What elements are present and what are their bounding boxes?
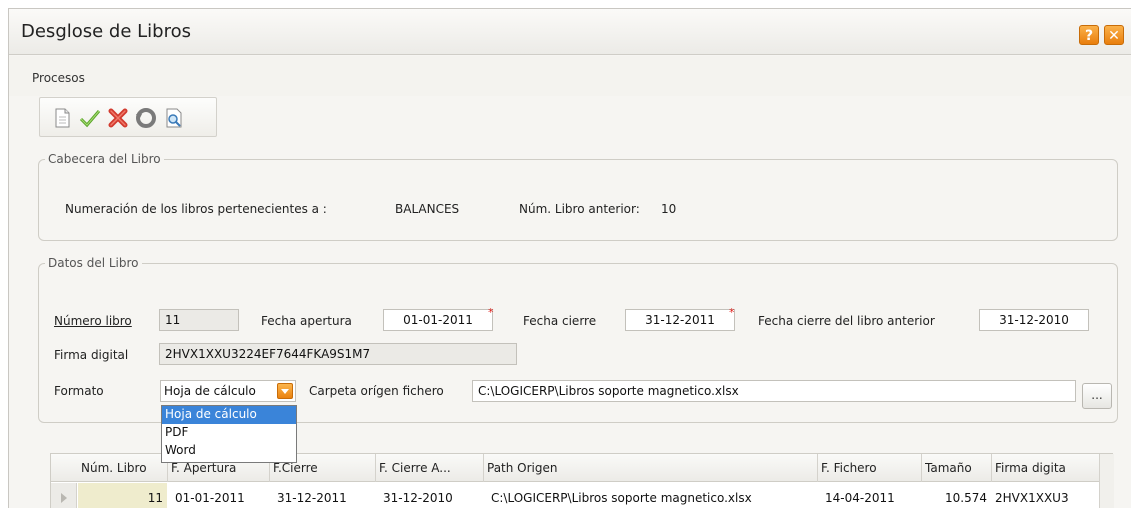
formato-option-word[interactable]: Word: [162, 442, 296, 460]
carpeta-origen-label: Carpeta orígen fichero: [309, 384, 444, 398]
cell-f-fichero[interactable]: 14-04-2011: [825, 491, 895, 505]
browse-button[interactable]: ...: [1082, 383, 1112, 409]
firma-digital-label: Firma digital: [54, 348, 129, 362]
required-mark: *: [729, 306, 735, 319]
formato-option-pdf[interactable]: PDF: [162, 424, 296, 442]
column-header[interactable]: F.Cierre: [273, 461, 318, 475]
cell-f-cierre-anterior[interactable]: 31-12-2010: [383, 491, 453, 505]
column-header[interactable]: F. Cierre A...: [379, 461, 481, 475]
column-header[interactable]: F. Apertura: [171, 461, 236, 475]
cell-tamano[interactable]: 10.574: [925, 491, 987, 505]
toolbar: [39, 97, 217, 137]
formato-selected-value: Hoja de cálculo: [164, 384, 256, 398]
menu-item-procesos[interactable]: Procesos: [32, 71, 85, 85]
numero-libro-field[interactable]: 11: [159, 309, 239, 331]
help-button[interactable]: ?: [1079, 25, 1099, 45]
cell-f-cierre[interactable]: 31-12-2011: [277, 491, 347, 505]
column-header[interactable]: Firma digita: [995, 461, 1097, 475]
numeracion-value: BALANCES: [395, 202, 460, 216]
delete-x-icon[interactable]: [106, 106, 130, 130]
cabecera-legend: Cabecera del Libro: [45, 152, 164, 166]
libro-anterior-value: 10: [661, 202, 677, 216]
required-mark: *: [488, 306, 494, 319]
new-document-icon[interactable]: [50, 106, 74, 130]
numero-libro-label: Número libro: [54, 314, 132, 328]
datos-legend: Datos del Libro: [45, 256, 142, 270]
fecha-cierre-field[interactable]: 31-12-2011: [625, 309, 735, 331]
desglose-libros-window: Desglose de Libros ? ✕ Procesos Cabecera…: [8, 8, 1131, 508]
table-row[interactable]: 11 01-01-2011 31-12-2011 31-12-2010 C:\L…: [51, 483, 1114, 508]
fecha-cierre-label: Fecha cierre: [523, 314, 597, 328]
fecha-apertura-label: Fecha apertura: [261, 314, 352, 328]
formato-label: Formato: [54, 384, 104, 398]
row-indicator-icon[interactable]: [51, 483, 77, 508]
checkmark-icon[interactable]: [78, 106, 102, 130]
firma-digital-field[interactable]: 2HVX1XXU3224EF7644FKA9S1M7: [159, 343, 517, 365]
formato-option-hoja-calculo[interactable]: Hoja de cálculo: [162, 406, 296, 424]
title-bar: Desglose de Libros ? ✕: [9, 9, 1131, 55]
chevron-down-icon[interactable]: [277, 383, 293, 399]
fecha-apertura-field[interactable]: 01-01-2011: [383, 309, 493, 331]
column-header[interactable]: Núm. Libro: [81, 461, 147, 475]
refresh-icon[interactable]: [134, 106, 158, 130]
cell-path-origen[interactable]: C:\LOGICERP\Libros soporte magnetico.xls…: [491, 491, 752, 505]
menu-bar: Procesos: [9, 56, 1131, 96]
column-header[interactable]: F. Fichero: [821, 461, 877, 475]
cell-firma-digital[interactable]: 2HVX1XXU3: [995, 491, 1097, 505]
cell-f-apertura[interactable]: 01-01-2011: [175, 491, 245, 505]
close-button[interactable]: ✕: [1104, 25, 1124, 45]
column-header[interactable]: Tamaño: [925, 461, 972, 475]
libro-anterior-label: Núm. Libro anterior:: [519, 202, 640, 216]
cell-num-libro[interactable]: 11: [81, 491, 163, 505]
grid-vertical-scrollbar[interactable]: [1099, 454, 1114, 508]
column-header[interactable]: Path Origen: [487, 461, 558, 475]
formato-select[interactable]: Hoja de cálculo: [160, 380, 296, 402]
numeracion-label: Numeración de los libros pertenecientes …: [65, 202, 327, 216]
fecha-cierre-anterior-label: Fecha cierre del libro anterior: [758, 314, 935, 328]
window-title: Desglose de Libros: [21, 21, 191, 42]
formato-dropdown-list: Hoja de cálculo PDF Word: [161, 405, 297, 463]
cabecera-group: Cabecera del Libro Numeración de los lib…: [38, 152, 1118, 241]
preview-icon[interactable]: [162, 106, 186, 130]
carpeta-origen-field[interactable]: C:\LOGICERP\Libros soporte magnetico.xls…: [472, 380, 1076, 402]
fecha-cierre-anterior-field[interactable]: 31-12-2010: [979, 309, 1089, 331]
